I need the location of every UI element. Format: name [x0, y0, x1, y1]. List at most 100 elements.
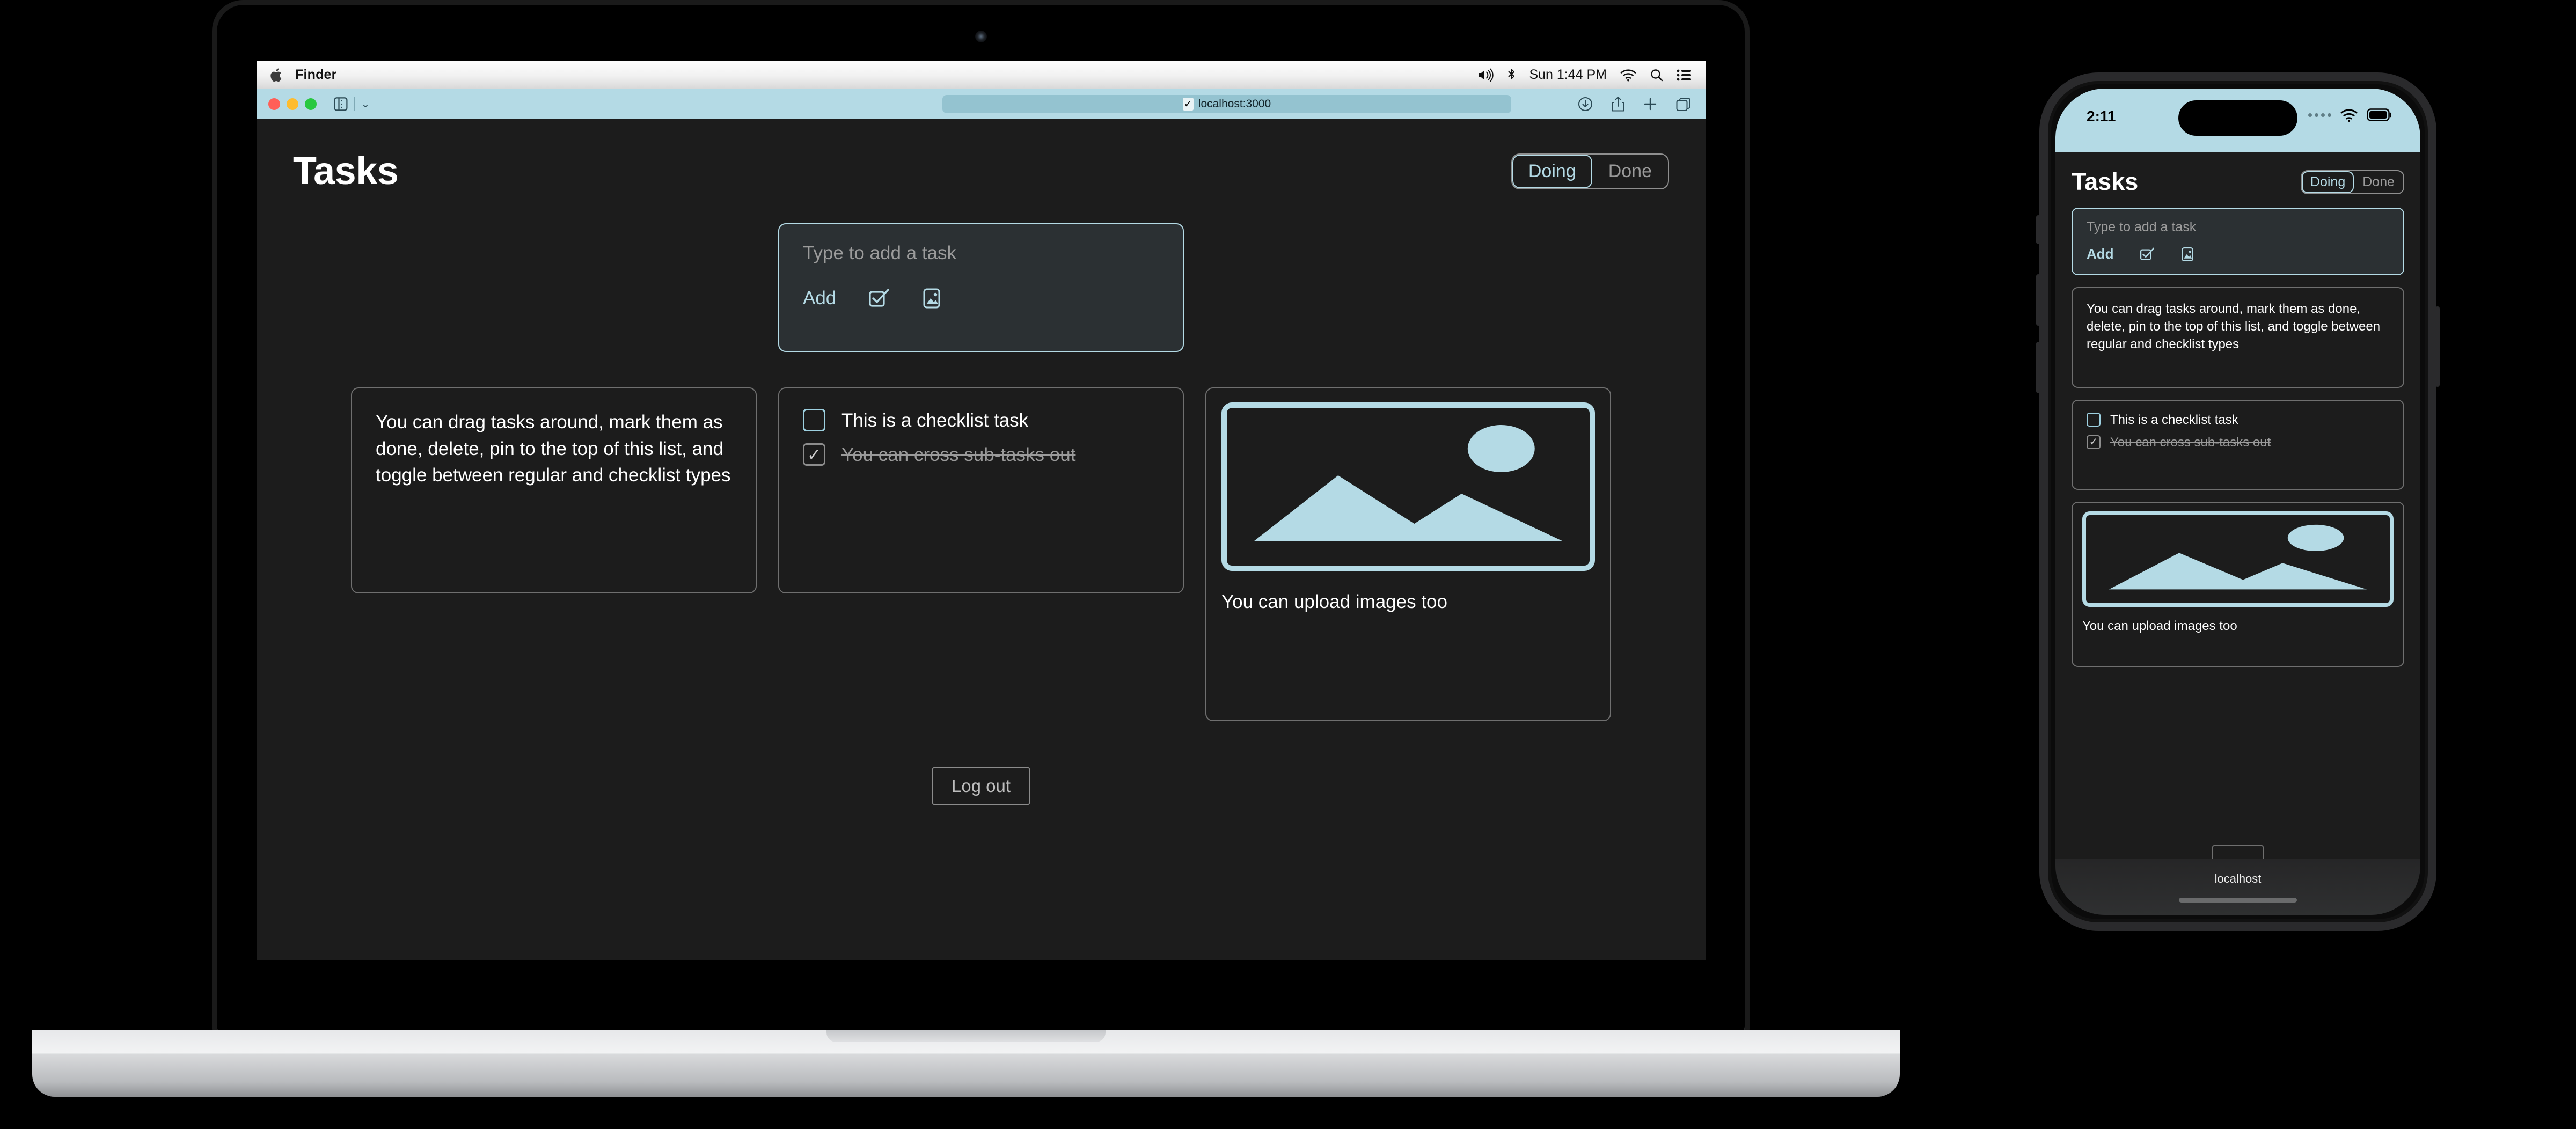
- checkbox-checked-icon[interactable]: ✓: [803, 443, 825, 466]
- image-placeholder-icon: [1221, 402, 1595, 571]
- menubar-app-name[interactable]: Finder: [295, 67, 337, 83]
- phone-page-title: Tasks: [2072, 168, 2139, 195]
- app-header: Tasks Doing Done: [293, 149, 1669, 193]
- checklist-item-label: You can cross sub-tasks out: [841, 444, 1076, 465]
- page-title: Tasks: [293, 150, 399, 193]
- laptop-base: [32, 1030, 1900, 1097]
- phone-status-icons: [2308, 108, 2391, 122]
- checklist-item[interactable]: This is a checklist task: [803, 409, 1159, 431]
- task-list: You can drag tasks around, mark them as …: [293, 387, 1669, 721]
- window-controls: [268, 98, 317, 110]
- dynamic-island: [2178, 100, 2297, 136]
- checklist-item[interactable]: ✓ You can cross sub-tasks out: [803, 443, 1159, 466]
- phone-app-header: Tasks Doing Done: [2072, 168, 2404, 196]
- status-filter-segmented-control: Doing Done: [1511, 153, 1669, 189]
- chevron-down-icon[interactable]: ⌄: [361, 98, 370, 111]
- address-bar[interactable]: ✓ localhost:3000: [942, 95, 1511, 113]
- checkbox-unchecked-icon[interactable]: [2087, 413, 2101, 427]
- sidebar-toggle-icon[interactable]: [334, 97, 348, 112]
- phone-add-task-input[interactable]: Type to add a task: [2087, 219, 2389, 235]
- webcam-icon: [975, 31, 987, 42]
- phone-image-task-caption: You can upload images too: [2082, 619, 2237, 633]
- laptop-device: Finder Sun 1:44 PM ⌄ ✓ localhost:3000 Ta…: [0, 0, 1932, 1129]
- new-tab-icon[interactable]: [1643, 97, 1657, 111]
- sidebar-toggle-group: ⌄: [334, 97, 370, 112]
- volume-icon[interactable]: [1477, 68, 1494, 82]
- screenshot-stage: Finder Sun 1:44 PM ⌄ ✓ localhost:3000 Ta…: [0, 0, 2576, 1129]
- menubar-status-items: Sun 1:44 PM: [1477, 67, 1692, 83]
- add-task-actions: Add: [803, 288, 1159, 309]
- phone-clock: 2:11: [2087, 108, 2116, 124]
- macos-menubar: Finder Sun 1:44 PM: [257, 61, 1706, 89]
- phone-add-task-card[interactable]: Type to add a task Add: [2072, 208, 2404, 275]
- battery-icon: [2367, 108, 2391, 121]
- control-center-icon[interactable]: [1677, 69, 1692, 82]
- phone-status-bar: 2:11: [2055, 89, 2420, 152]
- wifi-icon[interactable]: [1620, 68, 1637, 82]
- phone-silent-switch[interactable]: [2036, 215, 2040, 244]
- phone-tab-stub: [2212, 845, 2264, 859]
- laptop-lid: Finder Sun 1:44 PM ⌄ ✓ localhost:3000 Ta…: [212, 0, 1750, 1038]
- menubar-clock[interactable]: Sun 1:44 PM: [1529, 67, 1607, 83]
- checklist-toggle-icon[interactable]: [868, 288, 890, 309]
- phone-power-button[interactable]: [2435, 306, 2440, 387]
- browser-toolbar-actions: [1578, 89, 1692, 119]
- spotlight-search-icon[interactable]: [1650, 68, 1664, 82]
- phone-checklist-item-label: This is a checklist task: [2110, 413, 2238, 427]
- phone-tab-done[interactable]: Done: [2354, 171, 2403, 193]
- phone-checklist-item-label: You can cross sub-tasks out: [2110, 435, 2271, 450]
- phone-tab-doing[interactable]: Doing: [2302, 171, 2354, 193]
- phone-browser-bar[interactable]: localhost: [2055, 859, 2420, 915]
- tab-overview-icon[interactable]: [1675, 97, 1692, 112]
- phone-add-task-actions: Add: [2087, 246, 2389, 262]
- image-upload-icon[interactable]: [922, 288, 941, 309]
- checklist-toggle-icon[interactable]: [2140, 247, 2155, 262]
- phone-task-text: You can drag tasks around, mark them as …: [2087, 302, 2381, 352]
- share-icon[interactable]: [1611, 96, 1625, 112]
- task-text: You can drag tasks around, mark them as …: [376, 412, 731, 486]
- browser-toolbar: ⌄ ✓ localhost:3000: [257, 89, 1706, 119]
- task-card-image[interactable]: You can upload images too: [1205, 387, 1611, 721]
- phone-volume-down-button[interactable]: [2036, 342, 2040, 393]
- add-task-input[interactable]: Type to add a task: [803, 243, 1159, 264]
- phone-address-bar-url[interactable]: localhost: [2215, 872, 2262, 886]
- phone-volume-up-button[interactable]: [2036, 274, 2040, 326]
- download-icon[interactable]: [1578, 97, 1593, 112]
- phone-checklist-item[interactable]: This is a checklist task: [2087, 413, 2389, 428]
- phone-device: 2:11 Tasks Doing Done Type to add a task…: [2036, 72, 2440, 931]
- image-task-caption: You can upload images too: [1221, 591, 1447, 612]
- logout-area: Log out: [293, 767, 1669, 805]
- apple-logo-icon[interactable]: [269, 67, 283, 83]
- minimize-button[interactable]: [287, 98, 298, 110]
- laptop-screen: Finder Sun 1:44 PM ⌄ ✓ localhost:3000 Ta…: [257, 61, 1706, 960]
- logout-button[interactable]: Log out: [932, 767, 1030, 805]
- bluetooth-icon[interactable]: [1506, 68, 1516, 83]
- image-placeholder-icon: [2082, 511, 2394, 607]
- phone-tasks-page: Tasks Doing Done Type to add a task Add: [2055, 152, 2420, 915]
- phone-task-card-checklist[interactable]: This is a checklist task ✓ You can cross…: [2072, 400, 2404, 490]
- phone-checklist-item[interactable]: ✓ You can cross sub-tasks out: [2087, 435, 2389, 450]
- tab-doing[interactable]: Doing: [1512, 155, 1592, 188]
- phone-add-button[interactable]: Add: [2087, 246, 2114, 262]
- address-bar-url: localhost:3000: [1198, 98, 1271, 110]
- cellular-signal-icon: [2308, 113, 2331, 117]
- extension-check-icon[interactable]: ✓: [1182, 98, 1194, 111]
- task-card-checklist[interactable]: This is a checklist task ✓ You can cross…: [778, 387, 1184, 593]
- phone-screen: 2:11 Tasks Doing Done Type to add a task…: [2055, 89, 2420, 915]
- toolbar-divider: [354, 97, 355, 111]
- tab-done[interactable]: Done: [1592, 155, 1668, 188]
- close-button[interactable]: [268, 98, 280, 110]
- add-task-card[interactable]: Type to add a task Add: [778, 223, 1184, 352]
- checklist-item-label: This is a checklist task: [841, 410, 1029, 431]
- checkbox-unchecked-icon[interactable]: [803, 409, 825, 431]
- phone-task-card-image[interactable]: You can upload images too: [2072, 502, 2404, 667]
- wifi-icon: [2340, 109, 2358, 122]
- task-card-text[interactable]: You can drag tasks around, mark them as …: [351, 387, 757, 593]
- zoom-button[interactable]: [305, 98, 317, 110]
- tasks-app-page: Tasks Doing Done Type to add a task Add: [257, 119, 1706, 960]
- phone-status-filter-segmented-control: Doing Done: [2300, 170, 2404, 194]
- checkbox-checked-icon[interactable]: ✓: [2087, 435, 2101, 449]
- image-upload-icon[interactable]: [2180, 247, 2194, 262]
- phone-task-card-text[interactable]: You can drag tasks around, mark them as …: [2072, 287, 2404, 388]
- add-button[interactable]: Add: [803, 288, 836, 309]
